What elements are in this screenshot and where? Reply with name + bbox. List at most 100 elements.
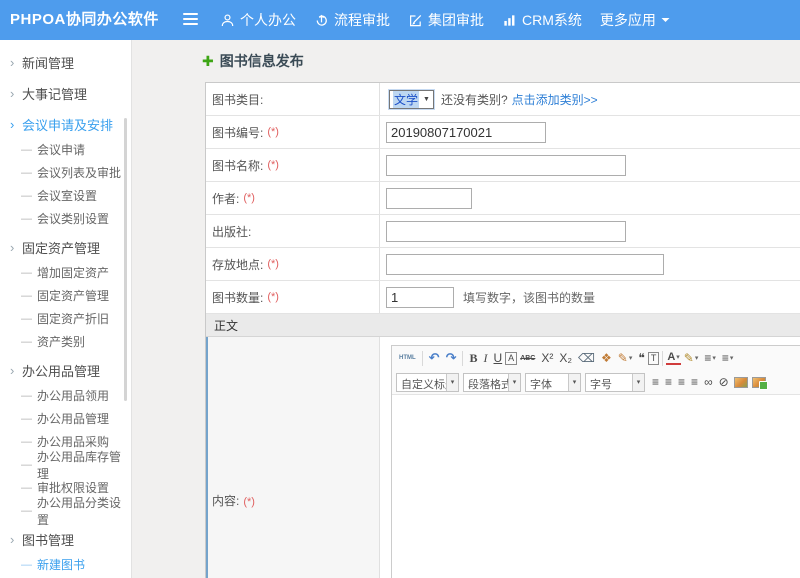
- highlight-icon[interactable]: ✎▾: [681, 349, 702, 367]
- sidebar-group[interactable]: ›图书管理: [0, 525, 131, 553]
- book-form: 图书类目: 文学 ▼ 还没有类别? 点击添加类别>> 图书编号:(*) 图书名称…: [205, 82, 800, 578]
- dash-icon: —: [21, 459, 32, 471]
- editor-toolbar-row-2: 自定义标题▾段落格式▾字体▾字号▾≡≡≡≡∞⊘: [392, 370, 800, 394]
- undo-icon[interactable]: ↶: [426, 349, 443, 367]
- sidebar-group[interactable]: ›新闻管理: [0, 48, 131, 76]
- sidebar-group[interactable]: ›办公用品管理: [0, 356, 131, 384]
- chevron-right-icon: ›: [10, 56, 22, 69]
- align-center-icon[interactable]: ≡: [662, 373, 675, 391]
- paste-text-icon[interactable]: T: [648, 352, 660, 365]
- sidebar-item[interactable]: —固定资产折旧: [0, 307, 131, 330]
- field-label: 图书类目:: [212, 91, 263, 108]
- sidebar-item[interactable]: —办公用品库存管理: [0, 453, 131, 476]
- editor-content[interactable]: [392, 394, 800, 578]
- caret-down-icon: ▾: [568, 374, 580, 391]
- eraser-icon[interactable]: ⌫: [575, 349, 598, 367]
- underline-icon[interactable]: U: [491, 349, 506, 367]
- app-logo: PHPOA协同办公软件: [10, 0, 159, 40]
- sidebar-item[interactable]: —办公用品领用: [0, 384, 131, 407]
- sidebar-item-label: 新建图书: [37, 556, 85, 573]
- page-title: 图书信息发布: [220, 51, 304, 71]
- format-brush-icon[interactable]: ❖: [598, 349, 615, 367]
- italic-icon[interactable]: I: [481, 349, 491, 367]
- dash-icon: —: [21, 436, 32, 448]
- field-label: 出版社:: [212, 223, 251, 240]
- link-icon[interactable]: ∞: [701, 373, 716, 391]
- nav-workflow-approval[interactable]: 流程审批: [314, 0, 390, 40]
- sidebar-group[interactable]: ›大事记管理: [0, 79, 131, 107]
- autotypeset-icon[interactable]: A: [505, 352, 517, 365]
- category-select[interactable]: 文学 ▼: [389, 90, 434, 109]
- sidebar-item[interactable]: —办公用品分类设置: [0, 499, 131, 522]
- field-label: 图书名称:: [212, 157, 263, 174]
- sidebar-group[interactable]: ›会议申请及安排: [0, 110, 131, 138]
- ordered-list-icon[interactable]: ≡▾: [701, 349, 719, 367]
- author-input[interactable]: [386, 188, 472, 209]
- field-label: 作者:: [212, 190, 239, 207]
- form-row-book-no: 图书编号:(*): [206, 116, 800, 149]
- dash-icon: —: [21, 213, 32, 225]
- font-family-select[interactable]: 字体▾: [525, 373, 581, 392]
- align-right-icon[interactable]: ≡: [675, 373, 688, 391]
- align-justify-icon[interactable]: ≡: [688, 373, 701, 391]
- paint-format-icon[interactable]: ✎▾: [615, 349, 636, 367]
- row-accent-bar: [206, 337, 208, 578]
- font-size-select[interactable]: 字号▾: [585, 373, 645, 392]
- paragraph-format-label: 段落格式: [464, 374, 508, 391]
- strikethrough-icon[interactable]: ABC: [517, 349, 538, 367]
- location-input[interactable]: [386, 254, 664, 275]
- hamburger-menu-icon[interactable]: [183, 13, 198, 27]
- sidebar-group-label: 图书管理: [22, 530, 74, 549]
- nav-more-apps[interactable]: 更多应用: [600, 0, 670, 40]
- sidebar-item[interactable]: —新建图书: [0, 553, 131, 576]
- image-icon[interactable]: [734, 377, 748, 388]
- nav-crm-system[interactable]: CRM系统: [502, 0, 582, 40]
- sidebar-item[interactable]: —会议室设置: [0, 184, 131, 207]
- caret-down-icon: ▾: [695, 354, 699, 362]
- publisher-input[interactable]: [386, 221, 626, 242]
- align-left-icon[interactable]: ≡: [649, 373, 662, 391]
- unordered-list-icon[interactable]: ≡▾: [719, 349, 737, 367]
- sidebar-item[interactable]: —会议列表及审批: [0, 161, 131, 184]
- font-color-icon[interactable]: A▾: [666, 351, 680, 365]
- html-source-icon[interactable]: HTML: [396, 349, 419, 367]
- sidebar-item-label: 会议室设置: [37, 187, 97, 204]
- unlink-icon[interactable]: ⊘: [716, 373, 732, 391]
- blockquote-icon[interactable]: ❝: [635, 349, 647, 367]
- custom-title-select[interactable]: 自定义标题▾: [396, 373, 459, 392]
- paragraph-format-select[interactable]: 段落格式▾: [463, 373, 521, 392]
- top-nav: 个人办公 流程审批 集团审批 CRM系统 更多应用: [220, 0, 670, 40]
- redo-icon[interactable]: ↷: [443, 349, 460, 367]
- nav-group-approval[interactable]: 集团审批: [408, 0, 484, 40]
- nav-personal-office[interactable]: 个人办公: [220, 0, 296, 40]
- book-name-input[interactable]: [386, 155, 626, 176]
- add-category-link[interactable]: 点击添加类别>>: [512, 91, 598, 108]
- quantity-input[interactable]: [386, 287, 454, 308]
- sidebar-group[interactable]: ›固定资产管理: [0, 233, 131, 261]
- dash-icon: —: [21, 290, 32, 302]
- screenshot-icon[interactable]: [752, 377, 766, 388]
- sidebar-item[interactable]: —会议申请: [0, 138, 131, 161]
- bold-icon[interactable]: B: [466, 349, 480, 367]
- chevron-right-icon: ›: [10, 87, 22, 100]
- sidebar-item-label: 会议列表及审批: [37, 164, 121, 181]
- field-label: 内容:: [212, 494, 239, 508]
- sidebar-item[interactable]: —增加固定资产: [0, 261, 131, 284]
- dash-icon: —: [21, 144, 32, 156]
- sidebar-item[interactable]: —固定资产管理: [0, 284, 131, 307]
- sidebar-item[interactable]: —办公用品管理: [0, 407, 131, 430]
- book-no-input[interactable]: [386, 122, 546, 143]
- sidebar-scrollbar-thumb[interactable]: [124, 118, 127, 401]
- sidebar-item[interactable]: —资产类别: [0, 330, 131, 353]
- sidebar-item-label: 资产类别: [37, 333, 85, 350]
- app-window: PHPOA协同办公软件 个人办公 流程审批 集团审批 CRM系统 更多应用: [0, 0, 800, 578]
- edit-icon: [408, 13, 423, 28]
- flow-icon: [314, 13, 329, 28]
- form-row-category: 图书类目: 文学 ▼ 还没有类别? 点击添加类别>>: [206, 83, 800, 116]
- sidebar-item[interactable]: —会议类别设置: [0, 207, 131, 230]
- editor-cell: HTML↶↷BIUAABCX²X₂⌫❖✎▾❝TA▾✎▾≡▾≡▾ 自定义标题▾段落…: [380, 337, 800, 578]
- sidebar-menu: ›新闻管理›大事记管理›会议申请及安排—会议申请—会议列表及审批—会议室设置—会…: [0, 48, 131, 578]
- subscript-icon[interactable]: X₂: [556, 349, 575, 367]
- chart-icon: [502, 13, 517, 28]
- superscript-icon[interactable]: X²: [538, 349, 556, 367]
